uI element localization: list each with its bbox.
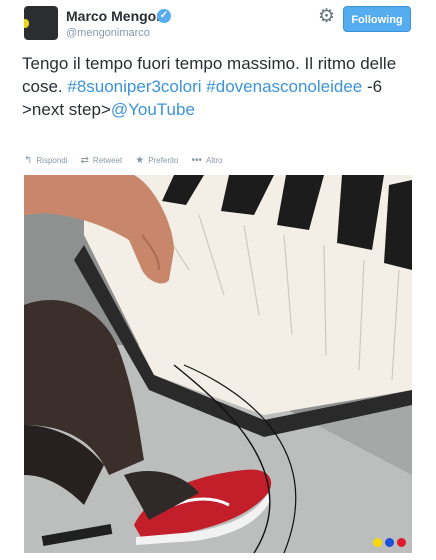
favorite-action[interactable]: ★ Preferito [135,155,178,166]
following-button[interactable]: Following [343,6,411,32]
reply-icon: ↰ [24,154,33,166]
tweet-photo[interactable] [24,175,412,553]
more-action[interactable]: ••• Altro [191,155,222,166]
reply-label: Rispondi [36,155,68,165]
photo-illustration [24,175,412,553]
retweet-label: Retweet [92,155,123,165]
tweet-text: Tengo il tempo fuori tempo massimo. Il r… [22,52,417,121]
more-label: Altro [206,155,223,165]
blue-dot [385,538,394,547]
gear-icon[interactable]: ⚙ [318,7,335,27]
favorite-label: Preferito [148,155,179,165]
hashtag-link[interactable]: #8suoniper3colori [67,77,201,96]
avatar[interactable] [24,6,58,40]
hashtag-link[interactable]: #dovenasconoleidee [206,77,362,96]
more-icon: ••• [191,154,202,166]
display-name[interactable]: Marco Mengoni [66,8,169,24]
mention-link[interactable]: @YouTube [111,100,195,119]
screen-name[interactable]: @mengonimarco [66,27,150,39]
tweet-header: Marco Mengoni ✓ @mengonimarco ⚙ Followin… [0,0,436,48]
retweet-action[interactable]: ⇄ Retweet [81,155,123,166]
yellow-dot [373,538,382,547]
flag-dots [373,538,406,547]
tweet-actions: ↰ Rispondi ⇄ Retweet ★ Preferito ••• Altro [24,153,222,167]
red-dot [397,538,406,547]
verified-badge-icon: ✓ [157,9,171,23]
reply-action[interactable]: ↰ Rispondi [24,155,68,166]
star-icon: ★ [135,154,145,166]
retweet-icon: ⇄ [80,154,89,166]
